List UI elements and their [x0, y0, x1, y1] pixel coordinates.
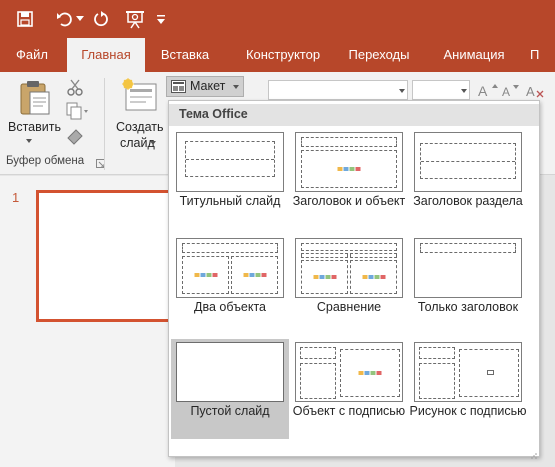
clipboard-group-label: Буфер обмена [6, 155, 85, 167]
layout-thumbnail [295, 238, 403, 298]
placeholder-box [301, 260, 348, 294]
layout-label: Сравнение [316, 300, 382, 314]
increase-font-icon[interactable]: A [478, 82, 498, 101]
copy-icon[interactable] [66, 102, 88, 123]
placeholder-box [182, 256, 229, 294]
tab-transitions[interactable]: Переходы [340, 38, 418, 72]
svg-text:A: A [478, 83, 488, 98]
slide-thumbnail[interactable] [36, 190, 186, 322]
format-painter-icon[interactable] [66, 128, 84, 149]
new-slide-icon[interactable] [120, 78, 158, 115]
placeholder-box [300, 347, 336, 359]
save-icon[interactable] [12, 6, 38, 32]
decrease-font-icon[interactable]: A [502, 82, 520, 101]
layout-button[interactable]: Макет [166, 76, 244, 97]
font-size-dropdown-icon [461, 89, 467, 93]
layout-thumbnail [414, 238, 522, 298]
tab-insert[interactable]: Вставка [150, 38, 220, 72]
placeholder-box [182, 243, 278, 253]
layout-two-content[interactable]: Два объекта [171, 235, 289, 335]
tab-more[interactable]: П [530, 38, 555, 72]
picture-icon [487, 370, 494, 375]
tab-animations[interactable]: Анимация [432, 38, 516, 72]
layout-comparison[interactable]: Сравнение [290, 235, 408, 335]
layout-thumbnail [176, 342, 284, 402]
placeholder-box [420, 143, 516, 179]
svg-text:A: A [502, 85, 510, 98]
placeholder-box [301, 137, 397, 147]
layout-label: Заголовок раздела [413, 194, 523, 208]
placeholder-box [300, 363, 336, 399]
layout-section[interactable]: Заголовок раздела [409, 129, 527, 229]
customize-qat-icon[interactable] [154, 6, 168, 32]
layout-thumbnail [295, 132, 403, 192]
layout-gallery: Тема Office Титульный слайд Заголовок и о… [168, 100, 540, 459]
layout-picture-caption[interactable]: Рисунок с подписью [409, 339, 527, 439]
paste-dropdown-icon[interactable] [26, 139, 32, 143]
layout-title[interactable]: Титульный слайд [171, 129, 289, 229]
layout-thumbnail [176, 238, 284, 298]
svg-text:A: A [526, 84, 535, 98]
paste-label[interactable]: Вставить [8, 119, 61, 135]
tab-file[interactable]: Файл [4, 38, 60, 72]
layout-label: Только заголовок [417, 300, 519, 314]
font-name-box[interactable] [268, 80, 408, 100]
placeholder-box [301, 150, 397, 188]
redo-icon[interactable] [88, 6, 114, 32]
layout-icon [171, 80, 186, 96]
layout-thumbnail [176, 132, 284, 192]
layout-label: Два объекта [194, 300, 266, 314]
placeholder-box [420, 243, 516, 253]
placeholder-box [350, 253, 397, 258]
layout-thumbnail [414, 132, 522, 192]
title-bar [0, 0, 555, 38]
layout-label: Объект с подписью [292, 404, 406, 418]
slide-number: 1 [12, 190, 20, 205]
placeholder-box [350, 260, 397, 294]
tab-home[interactable]: Главная [67, 38, 145, 72]
placeholder-box [419, 347, 455, 359]
layout-label: Пустой слайд [190, 404, 270, 418]
layout-thumbnail [414, 342, 522, 402]
placeholder-box [419, 363, 455, 399]
placeholder-box [231, 256, 278, 294]
placeholder-box [301, 253, 348, 258]
ribbon-tabs: Файл Главная Вставка Конструктор Переход… [0, 38, 555, 72]
layout-dropdown-icon [233, 85, 239, 89]
group-separator [104, 78, 105, 170]
new-slide-label-1[interactable]: Создать [116, 119, 164, 135]
clear-formatting-icon[interactable]: A [526, 82, 546, 101]
font-name-dropdown-icon [399, 89, 405, 93]
layout-thumbnail [295, 342, 403, 402]
placeholder-box [185, 141, 275, 177]
resize-grip-icon[interactable] [531, 448, 537, 459]
layout-blank[interactable]: Пустой слайд [171, 339, 289, 439]
new-slide-dropdown-icon[interactable] [150, 141, 156, 145]
cut-icon[interactable] [66, 78, 84, 99]
placeholder-box [301, 243, 397, 251]
tab-design[interactable]: Конструктор [232, 38, 334, 72]
layout-label: Рисунок с подписью [409, 404, 527, 418]
layout-label: Титульный слайд [179, 194, 281, 208]
layout-title-only[interactable]: Только заголовок [409, 235, 527, 335]
paste-icon[interactable] [18, 80, 52, 119]
layout-label: Заголовок и объект [292, 194, 406, 208]
present-icon[interactable] [122, 6, 148, 32]
font-size-box[interactable] [412, 80, 470, 100]
gallery-header: Тема Office [169, 104, 539, 126]
undo-dropdown-icon[interactable] [74, 6, 86, 32]
layout-content-caption[interactable]: Объект с подписью [290, 339, 408, 439]
gallery-header-label: Тема Office [179, 107, 248, 121]
layout-button-label: Макет [190, 79, 226, 93]
layout-title-content[interactable]: Заголовок и объект [290, 129, 408, 229]
placeholder-box [340, 349, 400, 397]
